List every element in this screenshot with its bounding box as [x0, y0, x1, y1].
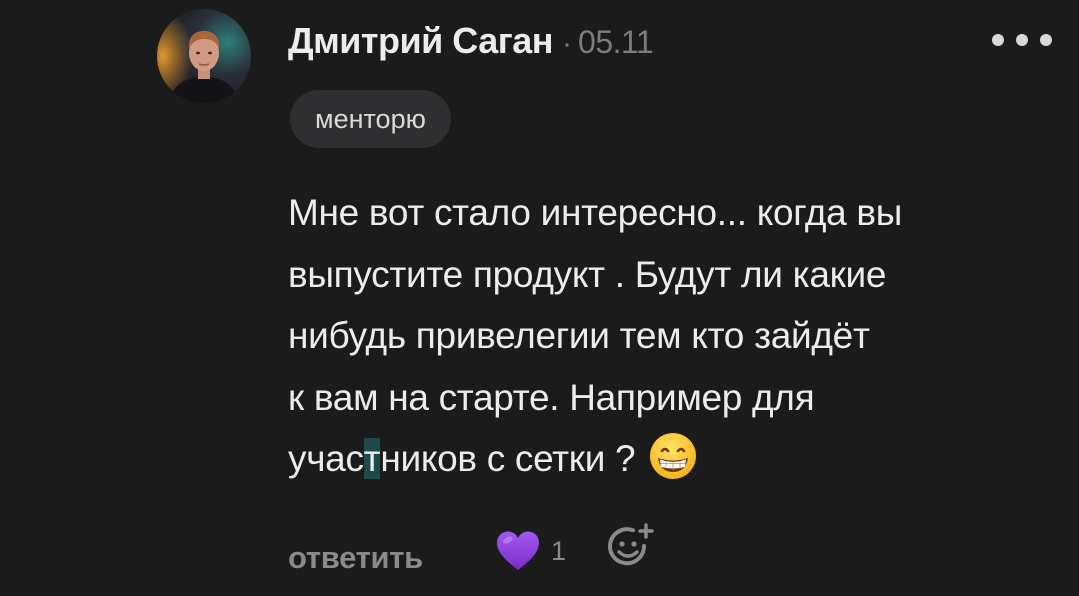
comment-line-part: учас: [288, 438, 364, 479]
comment-date: 05.11: [578, 24, 654, 60]
author-name[interactable]: Дмитрий Саган: [288, 20, 554, 62]
like-button[interactable]: 1: [495, 530, 566, 572]
author-badge[interactable]: менторю: [290, 90, 451, 148]
more-dots-icon[interactable]: [992, 32, 1052, 48]
add-reaction-button[interactable]: [606, 522, 656, 577]
comment-header: Дмитрий Саган · 05.11: [288, 20, 654, 62]
like-count: 1: [551, 535, 567, 566]
text-cursor-highlight: т: [363, 438, 381, 479]
comment-line: к вам на старте. Например для: [288, 376, 815, 418]
avatar[interactable]: [157, 9, 251, 103]
avatar-image: [157, 9, 251, 103]
header-separator: ·: [562, 27, 573, 60]
comment-text: Мне вот стало интересно... когда вы выпу…: [288, 182, 1073, 490]
comment-line: нибудь привелегии тем кто зайдёт: [288, 315, 870, 356]
add-reaction-icon: [608, 523, 654, 566]
more-dot: [1016, 34, 1028, 46]
comment-line-part: ников с сетки ?: [380, 438, 636, 479]
grinning-face-emoji: [650, 433, 697, 479]
purple-heart-icon: [497, 531, 539, 570]
more-dot: [1040, 34, 1052, 46]
reply-button[interactable]: ответить: [288, 540, 423, 576]
more-dot: [992, 34, 1004, 46]
comment-line: выпустите продукт . Будут ли какие: [288, 253, 887, 295]
comment-line: Мне вот стало интересно... когда вы: [288, 192, 903, 233]
